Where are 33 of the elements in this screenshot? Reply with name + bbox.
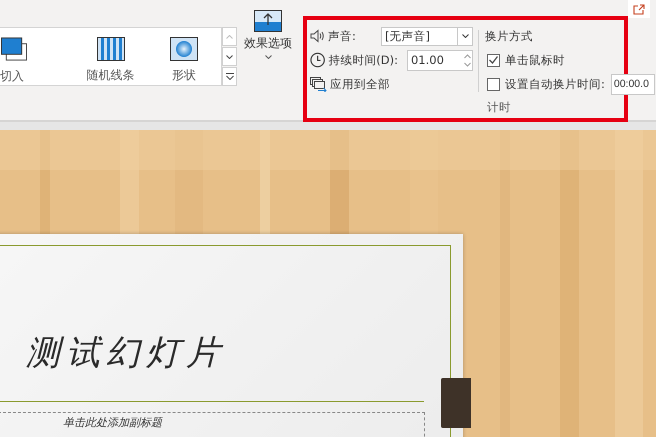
scroll-down-button[interactable] [222, 47, 237, 66]
time-field[interactable]: 00:00.0 [610, 74, 655, 94]
subtitle-placeholder[interactable]: 单击此处添加副标题 [0, 412, 425, 437]
checkmark-icon [489, 56, 498, 64]
checkbox[interactable] [487, 78, 500, 90]
share-icon [633, 4, 645, 14]
expand-icon [226, 73, 234, 80]
clock-icon [310, 52, 326, 68]
sound-label: 声音: [328, 28, 356, 44]
transition-option[interactable]: 形状 [147, 37, 221, 85]
chevron-down-icon [226, 54, 233, 58]
more-button[interactable] [222, 67, 237, 86]
spinner-icon [463, 52, 472, 68]
checkbox[interactable] [487, 54, 500, 66]
checkbox-label: 设置自动换片时间: [505, 76, 605, 92]
transition-option[interactable]: 切入 [0, 37, 30, 85]
caret-icon [462, 34, 468, 38]
group-label: 计时 [487, 100, 511, 115]
slide-title[interactable]: 测试幻灯片 [26, 330, 226, 376]
advance-slide-heading: 换片方式 [485, 28, 533, 44]
apply-to-all-button[interactable]: 应用到全部 [310, 76, 390, 92]
speaker-icon [310, 29, 325, 43]
share-button[interactable] [628, 0, 650, 18]
duration-field[interactable]: 01.00 [406, 50, 473, 70]
transition-option[interactable]: 随机线条 [74, 37, 148, 85]
vertical-stripes-icon [96, 37, 125, 61]
sound-dropdown[interactable]: [无声音] [381, 26, 473, 46]
stacked-slides-icon [310, 76, 327, 92]
checkbox-label: 单击鼠标时 [505, 52, 565, 68]
chevron-up-icon [226, 34, 233, 38]
effect-options-button[interactable]: 效果选项 [244, 10, 292, 90]
caret-icon [264, 55, 272, 59]
duration-label: 持续时间(D): [328, 52, 398, 68]
